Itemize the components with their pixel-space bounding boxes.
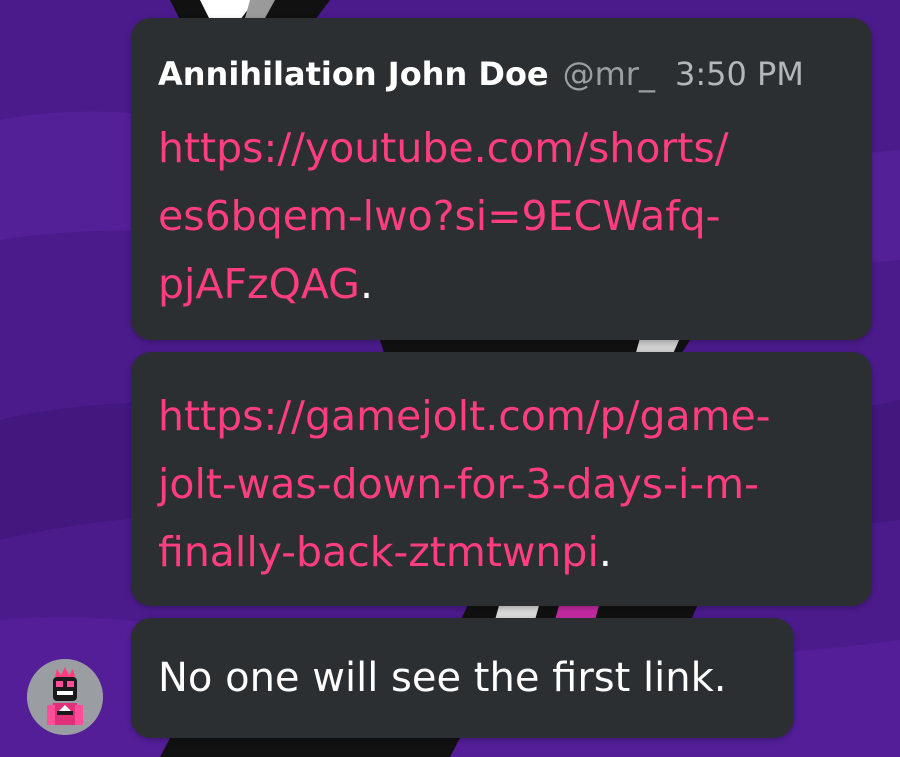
message-bubble: https://gamejolt.com/p/game- jolt-was-do…: [131, 352, 872, 606]
timestamp: 3:50 PM: [674, 55, 804, 93]
youtube-link[interactable]: https://youtube.com/shorts/ es6bqem-lwo?…: [158, 124, 729, 308]
avatar[interactable]: [27, 659, 103, 735]
message-text: https://gamejolt.com/p/game- jolt-was-do…: [158, 382, 858, 586]
message-text: No one will see the first link.: [158, 655, 727, 701]
author-handle[interactable]: @mr_: [563, 55, 655, 93]
message-bubble: No one will see the first link.: [131, 618, 794, 738]
author-name[interactable]: Annihilation John Doe: [158, 55, 549, 93]
gamejolt-link[interactable]: https://gamejolt.com/p/game- jolt-was-do…: [158, 392, 771, 576]
trailing-period: .: [598, 528, 612, 576]
message-bubble: Annihilation John Doe @mr_ 3:50 PM https:/…: [131, 18, 872, 340]
message-header: Annihilation John Doe @mr_ 3:50 PM: [158, 54, 804, 94]
message-text: https://youtube.com/shorts/ es6bqem-lwo?…: [158, 114, 848, 318]
trailing-period: .: [359, 260, 373, 308]
robot-avatar-icon: [27, 659, 103, 735]
chat-view: Annihilation John Doe @mr_ 3:50 PM https:/…: [0, 0, 900, 757]
